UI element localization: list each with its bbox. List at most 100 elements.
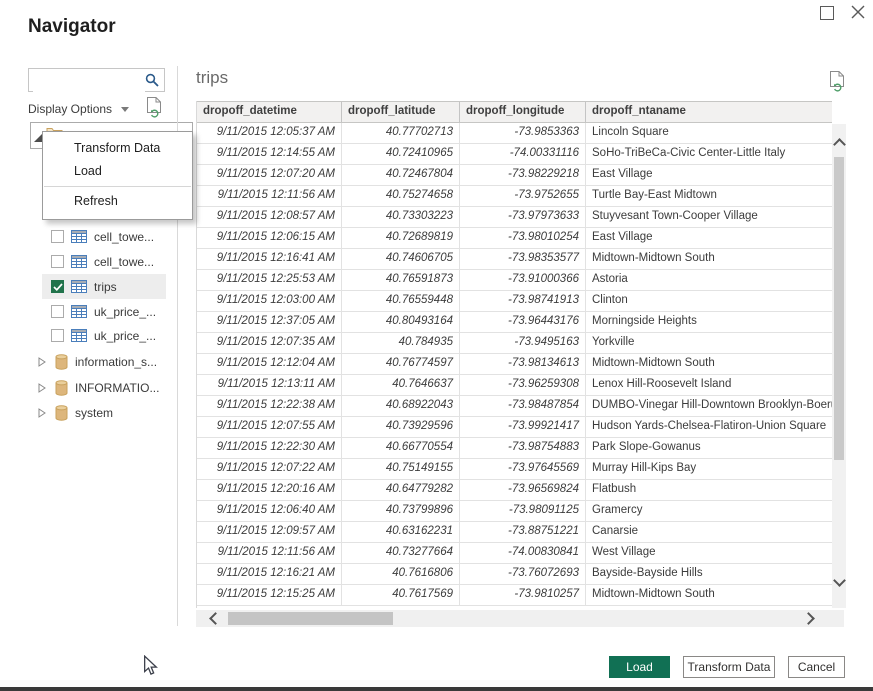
- table-cell: 40.66770554: [342, 438, 460, 458]
- table-row: 9/11/2015 12:07:35 AM40.784935-73.949516…: [197, 333, 832, 354]
- table-cell: -73.98741913: [460, 291, 586, 311]
- tree-item-trips[interactable]: trips: [42, 274, 166, 299]
- table-row: 9/11/2015 12:05:37 AM40.77702713-73.9853…: [197, 123, 832, 144]
- table-cell: -73.9853363: [460, 123, 586, 143]
- column-header-dropoff_latitude[interactable]: dropoff_latitude: [342, 102, 460, 122]
- table-cell: 9/11/2015 12:14:55 AM: [197, 144, 342, 164]
- context-menu-item-load[interactable]: Load: [43, 160, 192, 183]
- table-cell: 40.73303223: [342, 207, 460, 227]
- table-cell: 40.72689819: [342, 228, 460, 248]
- refresh-tree-button[interactable]: [146, 97, 163, 123]
- table-row: 9/11/2015 12:06:40 AM40.73799896-73.9809…: [197, 501, 832, 522]
- checkbox-unchecked[interactable]: [51, 230, 64, 243]
- table-cell: 40.76591873: [342, 270, 460, 290]
- scroll-left-icon[interactable]: [209, 612, 222, 625]
- checkbox-unchecked[interactable]: [51, 329, 64, 342]
- table-row: 9/11/2015 12:09:57 AM40.63162231-73.8875…: [197, 522, 832, 543]
- table-cell: 9/11/2015 12:16:21 AM: [197, 564, 342, 584]
- search-input[interactable]: [33, 70, 145, 92]
- table-cell: 40.72410965: [342, 144, 460, 164]
- tree-item-information-schema-upper[interactable]: INFORMATIO...: [38, 375, 188, 400]
- table-cell: 40.7646637: [342, 375, 460, 395]
- menu-separator: [44, 186, 191, 187]
- table-cell: -73.91000366: [460, 270, 586, 290]
- checkbox-unchecked[interactable]: [51, 255, 64, 268]
- table-row: 9/11/2015 12:15:25 AM40.7617569-73.98102…: [197, 585, 832, 606]
- table-icon: [71, 230, 87, 243]
- checkbox-checked[interactable]: [51, 280, 64, 293]
- tree-item-label: information_s...: [75, 355, 157, 369]
- cancel-button[interactable]: Cancel: [788, 656, 845, 678]
- window-bottom-edge: [0, 687, 873, 691]
- context-menu-item-transform-data[interactable]: Transform Data: [43, 137, 192, 160]
- table-cell: -73.97973633: [460, 207, 586, 227]
- table-cell: 40.75274658: [342, 186, 460, 206]
- tree-item-uk-price-1[interactable]: uk_price_...: [42, 299, 166, 324]
- table-cell: -73.97645569: [460, 459, 586, 479]
- table-cell: -73.9752655: [460, 186, 586, 206]
- table-cell: 9/11/2015 12:03:00 AM: [197, 291, 342, 311]
- table-cell: 40.76774597: [342, 354, 460, 374]
- table-icon: [71, 305, 87, 318]
- search-box[interactable]: [28, 68, 165, 92]
- column-header-dropoff_ntaname[interactable]: dropoff_ntaname: [586, 102, 832, 122]
- tree-item-cell-towers-2[interactable]: cell_towe...: [42, 224, 166, 249]
- table-cell: -73.98353577: [460, 249, 586, 269]
- table-icon: [71, 280, 87, 293]
- scroll-up-icon[interactable]: [833, 138, 846, 151]
- chevron-right-icon[interactable]: [38, 357, 46, 367]
- table-cell: 9/11/2015 12:22:30 AM: [197, 438, 342, 458]
- preview-table: dropoff_datetimedropoff_latitudedropoff_…: [196, 101, 832, 608]
- horizontal-scrollbar-thumb[interactable]: [228, 612, 393, 625]
- table-cell: 40.77702713: [342, 123, 460, 143]
- table-cell: East Village: [586, 228, 832, 248]
- vertical-scrollbar-thumb[interactable]: [834, 157, 844, 460]
- table-cell: 40.68922043: [342, 396, 460, 416]
- context-menu-item-refresh[interactable]: Refresh: [43, 190, 192, 213]
- table-cell: 9/11/2015 12:16:41 AM: [197, 249, 342, 269]
- table-cell: -73.9810257: [460, 585, 586, 605]
- tree-item-cell-towers-3[interactable]: cell_towe...: [42, 249, 166, 274]
- search-icon[interactable]: [145, 73, 159, 92]
- table-cell: 9/11/2015 12:07:35 AM: [197, 333, 342, 353]
- checkbox-unchecked[interactable]: [51, 305, 64, 318]
- table-cell: 40.73929596: [342, 417, 460, 437]
- tree-item-label: system: [75, 406, 113, 420]
- preview-title: trips: [196, 68, 228, 88]
- transform-data-button[interactable]: Transform Data: [683, 656, 775, 678]
- tree-item-label: uk_price_...: [94, 329, 156, 343]
- table-row: 9/11/2015 12:25:53 AM40.76591873-73.9100…: [197, 270, 832, 291]
- database-icon: [55, 354, 68, 370]
- vertical-scrollbar[interactable]: [832, 124, 846, 608]
- tree-item-system[interactable]: system: [38, 400, 188, 425]
- table-row: 9/11/2015 12:20:16 AM40.64779282-73.9656…: [197, 480, 832, 501]
- close-button[interactable]: [850, 4, 866, 20]
- table-body: 9/11/2015 12:05:37 AM40.77702713-73.9853…: [197, 123, 832, 606]
- horizontal-scrollbar[interactable]: [196, 610, 844, 627]
- tree-item-uk-price-2[interactable]: uk_price_...: [42, 323, 166, 348]
- maximize-button[interactable]: [820, 6, 834, 20]
- tree-item-information-schema[interactable]: information_s...: [38, 349, 188, 374]
- table-cell: -73.98229218: [460, 165, 586, 185]
- scroll-right-icon[interactable]: [802, 612, 815, 625]
- load-button[interactable]: Load: [609, 656, 670, 678]
- display-options-label: Display Options: [28, 102, 112, 116]
- chevron-right-icon[interactable]: [38, 408, 46, 418]
- table-row: 9/11/2015 12:11:56 AM40.75274658-73.9752…: [197, 186, 832, 207]
- table-cell: Midtown-Midtown South: [586, 585, 832, 605]
- tree-item-label: cell_towe...: [94, 230, 154, 244]
- column-header-dropoff_longitude[interactable]: dropoff_longitude: [460, 102, 586, 122]
- scroll-down-icon[interactable]: [833, 574, 846, 587]
- table-row: 9/11/2015 12:13:11 AM40.7646637-73.96259…: [197, 375, 832, 396]
- chevron-down-icon: [121, 107, 129, 112]
- table-cell: Lenox Hill-Roosevelt Island: [586, 375, 832, 395]
- table-cell: West Village: [586, 543, 832, 563]
- expanded-triangle-icon[interactable]: [34, 134, 42, 142]
- document-refresh-icon: [146, 97, 163, 118]
- chevron-right-icon[interactable]: [38, 383, 46, 393]
- table-cell: 40.7616806: [342, 564, 460, 584]
- column-header-dropoff_datetime[interactable]: dropoff_datetime: [197, 102, 342, 122]
- table-cell: 9/11/2015 12:07:22 AM: [197, 459, 342, 479]
- refresh-preview-button[interactable]: [829, 71, 846, 97]
- table-cell: -73.96443176: [460, 312, 586, 332]
